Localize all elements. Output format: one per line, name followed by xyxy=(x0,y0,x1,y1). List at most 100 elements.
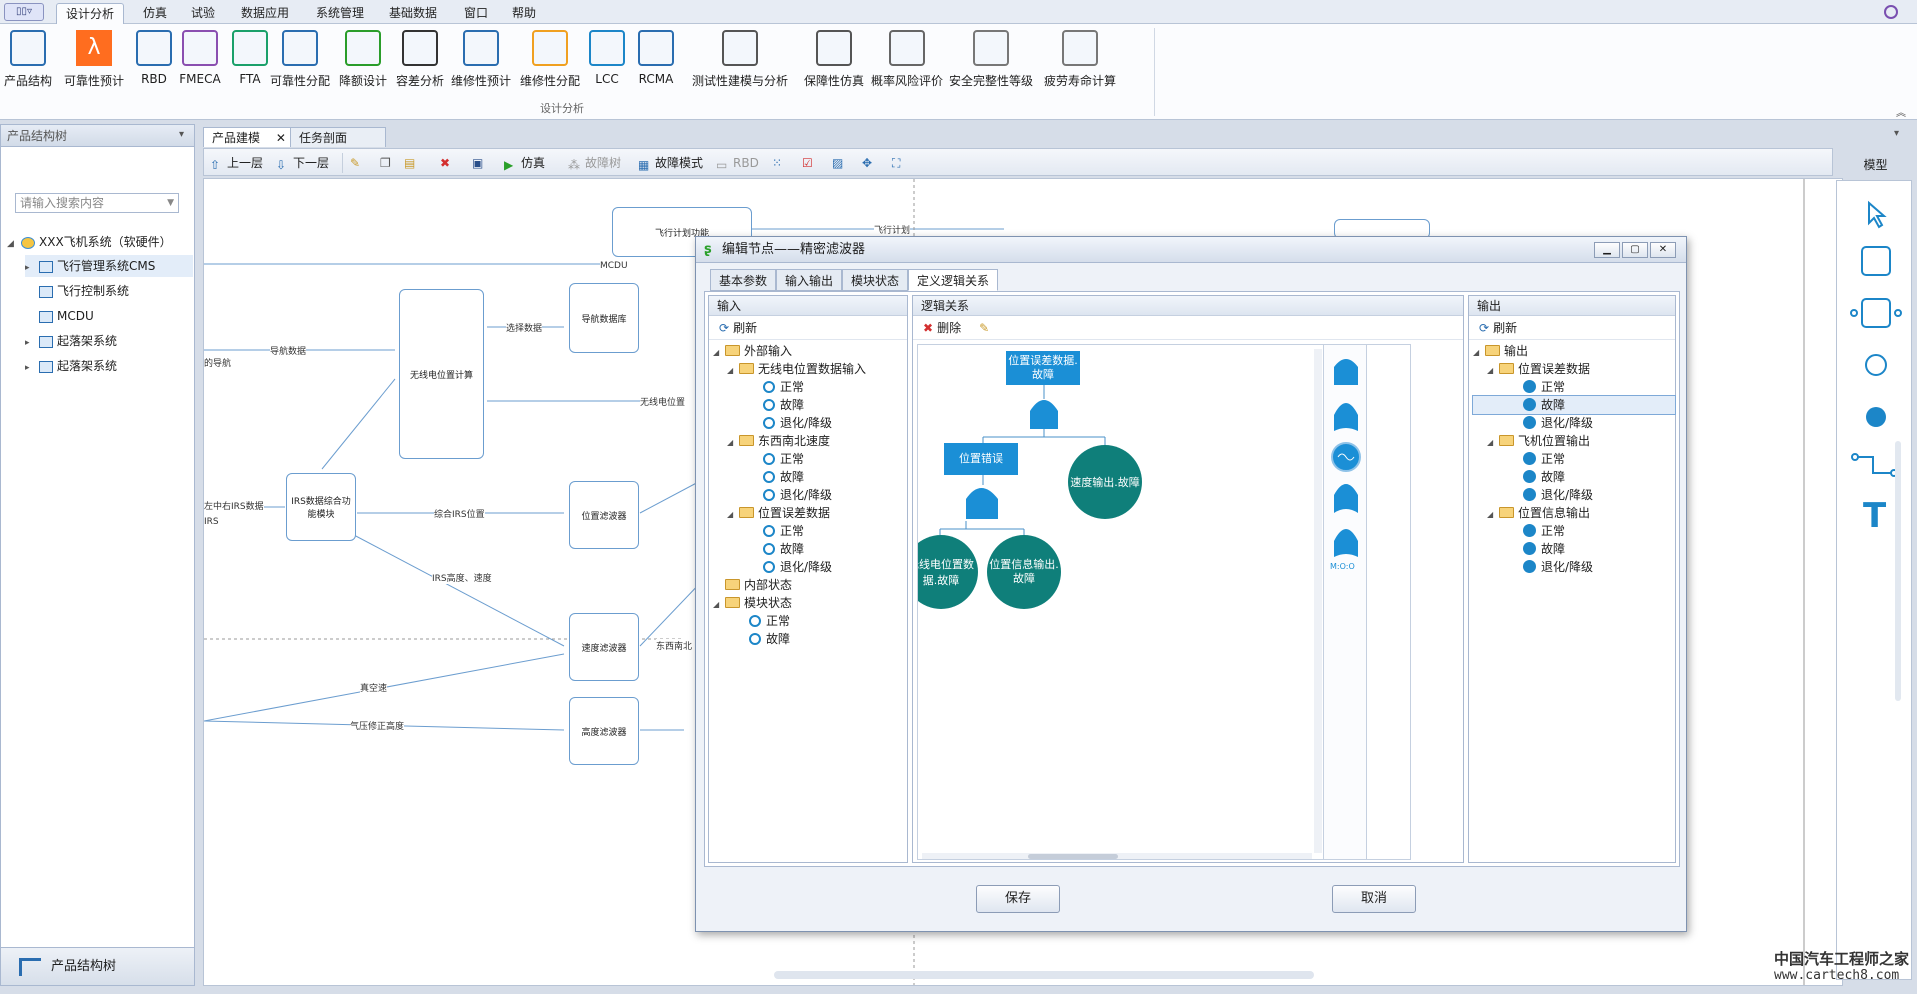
tree-state[interactable]: 正常 xyxy=(713,450,907,468)
collapse-ribbon-icon[interactable]: ︽ xyxy=(1896,104,1906,119)
tree-state[interactable]: 正常 xyxy=(713,522,907,540)
tab-design-analysis[interactable]: 设计分析 xyxy=(56,3,125,24)
risk-eval-button[interactable]: 概率风险评价 xyxy=(870,28,944,108)
circle-tool[interactable] xyxy=(1857,347,1893,383)
tree-state[interactable]: 正常 xyxy=(1473,450,1675,468)
app-menu-button[interactable]: ▯▯▿ xyxy=(4,3,44,21)
tolerance-button[interactable]: 容差分析 xyxy=(392,28,448,108)
collapse-icon[interactable]: ◢ xyxy=(1473,344,1485,362)
close-button[interactable]: ✕ xyxy=(1650,242,1676,258)
testability-button[interactable]: 测试性建模与分析 xyxy=(684,28,796,108)
tree-state[interactable]: 退化/降级 xyxy=(713,558,907,576)
filled-circle-tool[interactable] xyxy=(1857,399,1893,435)
collapse-icon[interactable]: ◢ xyxy=(7,233,21,255)
tree-folder[interactable]: ◢ 模块状态 xyxy=(713,594,907,612)
panel-footer-tab[interactable]: 产品结构树 xyxy=(1,947,194,985)
rbd-button[interactable]: ▭ RBD xyxy=(716,154,759,172)
tab-help[interactable]: 帮助 xyxy=(503,3,545,24)
doc-tab-modeling[interactable]: 产品建模 ✕ xyxy=(203,127,295,147)
tree-item-mcdu[interactable]: MCDU xyxy=(25,305,94,327)
delete-icon[interactable]: ✖ xyxy=(440,154,450,172)
rect-tool[interactable] xyxy=(1857,241,1893,277)
edit-icon[interactable]: ✎ xyxy=(350,154,360,172)
copy-icon[interactable]: ❐ xyxy=(380,154,391,172)
and-gate-tool[interactable] xyxy=(1328,349,1364,389)
palette-scrollbar[interactable] xyxy=(1895,441,1901,701)
tree-item-fcs[interactable]: 飞行控制系统 xyxy=(25,280,129,302)
tree-folder[interactable]: ◢ 位置误差数据 xyxy=(1473,360,1675,378)
search-input[interactable]: 请输入搜索内容 ▼ xyxy=(15,193,179,213)
tree-item-cms[interactable]: ▸ 飞行管理系统CMS xyxy=(25,255,193,277)
fault-mode-button[interactable]: ▦ 故障模式 xyxy=(638,154,703,172)
fta-button[interactable]: FTA xyxy=(228,28,272,108)
node-nav-database[interactable]: 导航数据库 xyxy=(569,283,639,353)
derating-button[interactable]: 降额设计 xyxy=(338,28,388,108)
tree-state[interactable]: 故障 xyxy=(1473,540,1675,558)
vertical-scrollbar[interactable] xyxy=(1314,349,1322,853)
top-event-node[interactable]: 位置误差数据.故障 xyxy=(1006,351,1080,385)
dropdown-icon[interactable]: ▾ xyxy=(1894,128,1899,139)
image-icon[interactable]: ▨ xyxy=(832,154,843,172)
grid-icon[interactable]: ⁙ xyxy=(772,154,782,172)
tree-folder[interactable]: ◢ 位置信息输出 xyxy=(1473,504,1675,522)
transfer-gate-tool[interactable] xyxy=(1328,439,1364,475)
maximize-button[interactable]: ▢ xyxy=(1622,242,1648,258)
check-icon[interactable]: ☑ xyxy=(802,154,813,172)
tab-base-data[interactable]: 基础数据 xyxy=(380,3,446,24)
collapse-icon[interactable]: ◢ xyxy=(713,596,725,614)
tree-state[interactable]: 正常 xyxy=(713,612,907,630)
tree-state[interactable]: 故障 xyxy=(1473,468,1675,486)
tree-state[interactable]: 退化/降级 xyxy=(1473,558,1675,576)
leaf-speed-output[interactable]: 速度输出.故障 xyxy=(1068,445,1142,519)
save-button[interactable]: 保存 xyxy=(976,885,1060,913)
collapse-icon[interactable]: ◢ xyxy=(1487,434,1499,452)
horizontal-scrollbar[interactable] xyxy=(922,853,1312,859)
mid-event-node[interactable]: 位置错误 xyxy=(944,443,1018,475)
tree-state[interactable]: 退化/降级 xyxy=(713,414,907,432)
xor-gate-tool[interactable] xyxy=(1328,475,1364,515)
mofn-gate-tool[interactable] xyxy=(1328,519,1364,571)
tree-item-landing-gear-2[interactable]: ▸ 起落架系统 xyxy=(25,355,117,377)
tree-state[interactable]: 故障 xyxy=(713,468,907,486)
leaf-position-info[interactable]: 位置信息输出.故障 xyxy=(987,535,1061,609)
tree-state[interactable]: 故障 xyxy=(1472,395,1676,415)
product-structure-button[interactable]: 产品结构 xyxy=(2,28,54,108)
tree-state[interactable]: 故障 xyxy=(713,630,907,648)
refresh-button[interactable]: ⟳ 刷新 xyxy=(709,316,907,340)
node-radio-position[interactable]: 无线电位置计算 xyxy=(399,289,484,459)
tree-state[interactable]: 正常 xyxy=(1473,522,1675,540)
fmeca-button[interactable]: FMECA xyxy=(178,28,222,108)
edit-icon[interactable]: ✎ xyxy=(979,321,989,335)
tree-folder[interactable]: 内部状态 xyxy=(713,576,907,594)
tree-folder[interactable]: ◢ 位置误差数据 xyxy=(713,504,907,522)
collapse-icon[interactable]: ◢ xyxy=(713,344,725,362)
collapse-icon[interactable]: ◢ xyxy=(727,434,739,452)
chevron-down-icon[interactable]: ▼ xyxy=(167,194,174,212)
tab-logic[interactable]: 定义逻辑关系 xyxy=(908,269,999,291)
tab-module-state[interactable]: 模块状态 xyxy=(842,269,909,291)
simulate-button[interactable]: ▶ 仿真 xyxy=(504,154,545,172)
node-position-filter[interactable]: 位置滤波器 xyxy=(569,481,639,549)
close-icon[interactable]: ✕ xyxy=(276,131,286,145)
save-icon[interactable]: ▣ xyxy=(472,154,483,172)
tree-folder[interactable]: ◢ 东西南北速度 xyxy=(713,432,907,450)
fault-tree-button[interactable]: ⁂ 故障树 xyxy=(568,154,621,172)
tree-state[interactable]: 故障 xyxy=(713,396,907,414)
up-level-button[interactable]: ⇧ 上一层 xyxy=(210,154,263,172)
expand-icon[interactable]: ▸ xyxy=(25,332,39,354)
help-icon[interactable] xyxy=(1884,5,1898,19)
tab-data-app[interactable]: 数据应用 xyxy=(232,3,298,24)
tree-item-landing-gear-1[interactable]: ▸ 起落架系统 xyxy=(25,330,117,352)
pointer-tool[interactable] xyxy=(1857,195,1893,231)
tree-folder[interactable]: ◢ 输出 xyxy=(1473,342,1675,360)
collapse-icon[interactable]: ◢ xyxy=(727,506,739,524)
move-icon[interactable]: ✥ xyxy=(862,154,872,172)
down-level-button[interactable]: ⇩ 下一层 xyxy=(276,154,329,172)
cancel-button[interactable]: 取消 xyxy=(1332,885,1416,913)
collapse-icon[interactable]: ◢ xyxy=(727,362,739,380)
maint-predict-button[interactable]: 维修性预计 xyxy=(448,28,514,108)
paste-icon[interactable]: ▤ xyxy=(404,154,415,172)
port-rect-tool[interactable] xyxy=(1847,293,1903,329)
tree-root[interactable]: ◢ XXX飞机系统（软硬件） xyxy=(7,231,172,253)
refresh-button[interactable]: ⟳ 刷新 xyxy=(1469,316,1675,340)
